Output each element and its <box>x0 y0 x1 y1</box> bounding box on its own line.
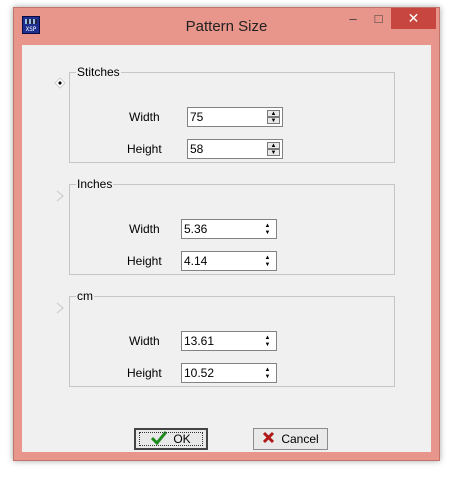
spin-down-icon[interactable]: ▼ <box>261 229 274 236</box>
inches-group: Inches Width ▲▼ Height ▲▼ <box>69 177 395 275</box>
cancel-button[interactable]: Cancel <box>253 428 328 450</box>
title-bar[interactable]: XSP Pattern Size – □ ✕ <box>14 8 439 45</box>
stitches-height-label: Height <box>127 142 162 156</box>
inches-height-input[interactable] <box>184 254 258 268</box>
cm-group: cm Width ▲▼ Height ▲▼ <box>69 289 395 387</box>
cm-radio[interactable] <box>54 302 66 314</box>
inches-width-input[interactable] <box>184 222 258 236</box>
spin-down-icon[interactable]: ▼ <box>267 149 280 156</box>
pattern-size-dialog: XSP Pattern Size – □ ✕ Stitches Width ▲▼… <box>13 7 440 461</box>
spin-down-icon[interactable]: ▼ <box>261 261 274 268</box>
cancel-label: Cancel <box>281 432 319 446</box>
spin-up-icon[interactable]: ▲ <box>267 142 280 149</box>
close-button[interactable]: ✕ <box>391 8 436 29</box>
spin-down-icon[interactable]: ▼ <box>261 373 274 380</box>
radio-selected-icon <box>54 77 66 89</box>
cm-width-input[interactable] <box>184 334 258 348</box>
stitches-height-input[interactable] <box>190 142 264 156</box>
maximize-icon: □ <box>374 11 383 26</box>
close-icon: ✕ <box>407 10 420 26</box>
spin-up-icon[interactable]: ▲ <box>267 110 280 117</box>
radio-unselected-icon <box>56 302 64 314</box>
inches-width-label: Width <box>129 222 160 236</box>
cm-height-input[interactable] <box>184 366 258 380</box>
cm-height-label: Height <box>127 366 162 380</box>
stitches-width-label: Width <box>129 110 160 124</box>
spin-up-icon[interactable]: ▲ <box>261 366 274 373</box>
minimize-button[interactable]: – <box>340 8 366 29</box>
spin-down-icon[interactable]: ▼ <box>267 117 280 124</box>
ok-button[interactable]: OK <box>134 428 208 450</box>
spin-up-icon[interactable]: ▲ <box>261 254 274 261</box>
stitches-group: Stitches Width ▲▼ Height ▲▼ <box>69 65 395 163</box>
stitches-height-spinner[interactable]: ▲▼ <box>187 139 283 159</box>
inches-height-label: Height <box>127 254 162 268</box>
ok-label: OK <box>173 432 191 446</box>
inches-height-spinner[interactable]: ▲▼ <box>181 251 277 271</box>
stitches-legend: Stitches <box>77 65 120 79</box>
stitches-width-input[interactable] <box>190 110 264 124</box>
maximize-button[interactable]: □ <box>366 8 391 29</box>
cancel-x-icon <box>262 431 275 447</box>
inches-legend: Inches <box>77 177 113 191</box>
cm-width-label: Width <box>129 334 160 348</box>
inches-radio[interactable] <box>54 190 66 202</box>
radio-unselected-icon <box>56 190 64 202</box>
stitches-width-spinner[interactable]: ▲▼ <box>187 107 283 127</box>
dialog-client-area: Stitches Width ▲▼ Height ▲▼ Inches Width… <box>22 45 431 452</box>
stitches-radio[interactable] <box>54 77 66 89</box>
inches-width-spinner[interactable]: ▲▼ <box>181 219 277 239</box>
cm-width-spinner[interactable]: ▲▼ <box>181 331 277 351</box>
cm-legend: cm <box>77 289 93 303</box>
spin-down-icon[interactable]: ▼ <box>261 341 274 348</box>
spin-up-icon[interactable]: ▲ <box>261 222 274 229</box>
minimize-icon: – <box>349 11 357 26</box>
cm-height-spinner[interactable]: ▲▼ <box>181 363 277 383</box>
spin-up-icon[interactable]: ▲ <box>261 334 274 341</box>
